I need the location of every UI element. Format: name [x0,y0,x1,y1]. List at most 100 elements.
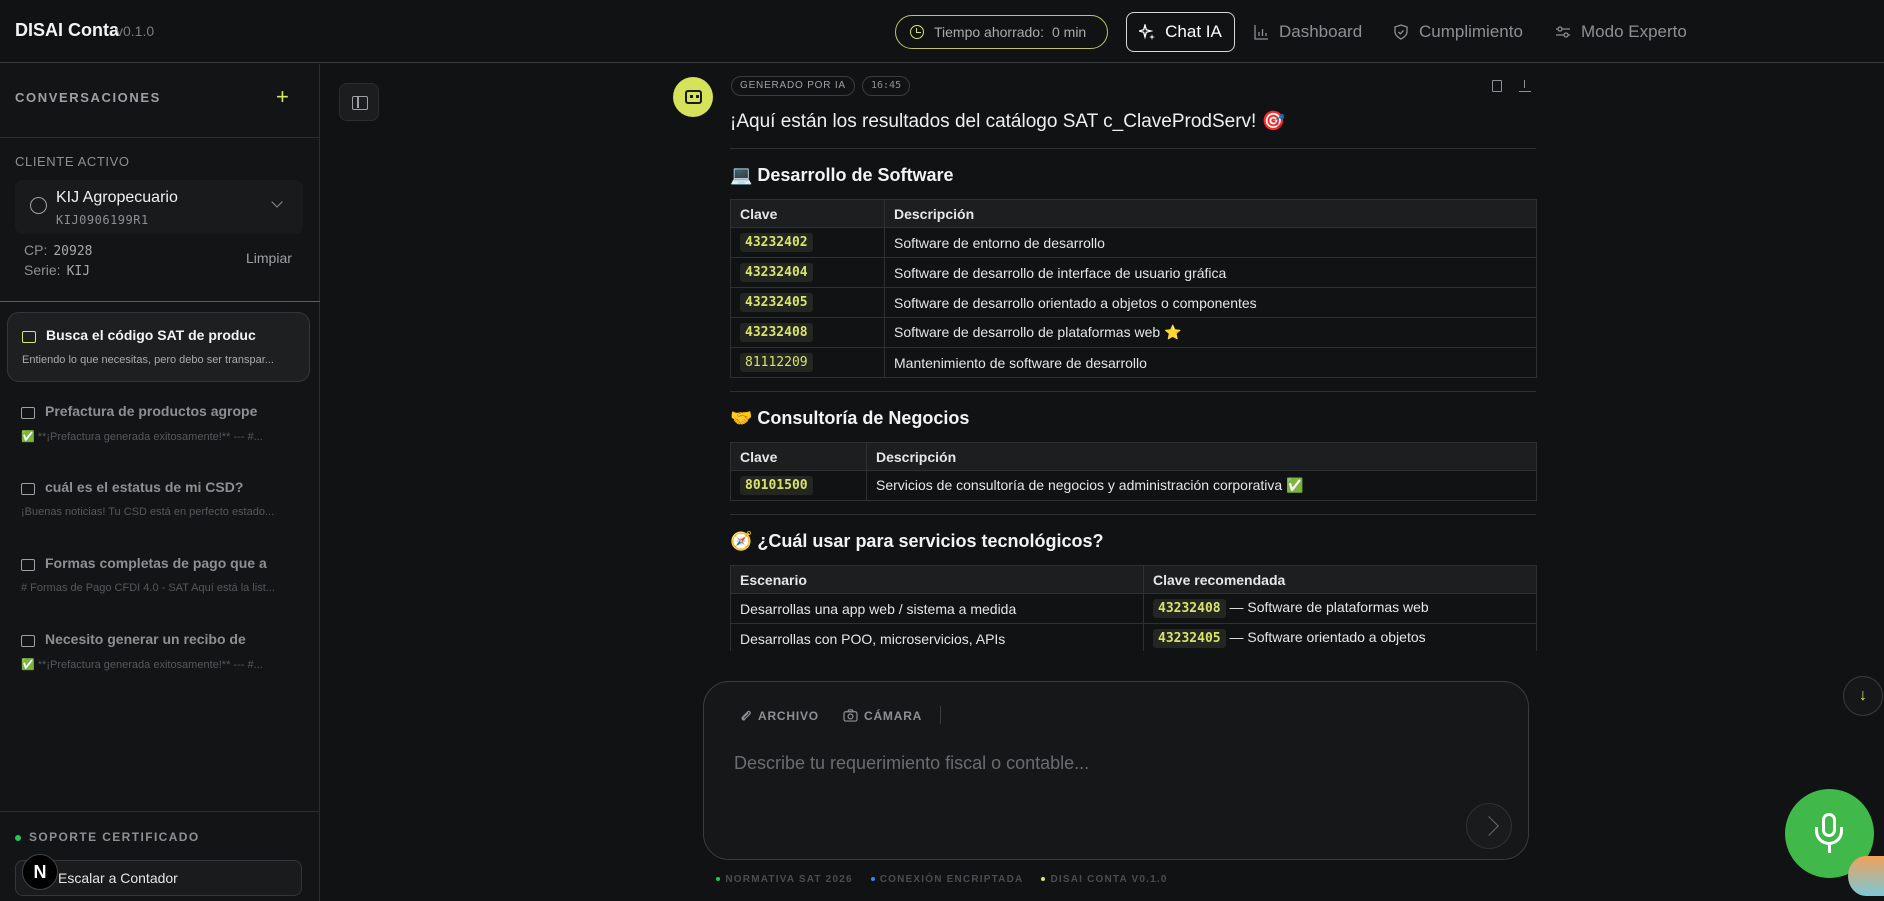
conversation-item[interactable]: Busca el código SAT de produc Entiendo l… [7,312,310,382]
palm-island-icon[interactable] [1848,856,1884,896]
recommendation-table: Escenario Clave recomendada Desarrollas … [730,565,1537,654]
client-rfc: KIJ0906199R1 [56,213,149,227]
camera-icon [843,709,858,722]
nav-cumplimiento-label: Cumplimiento [1419,22,1523,41]
sat-code: 43232405 [740,293,813,312]
table-header: Clave [730,442,867,471]
table-cell: Servicios de consultoría de negocios y a… [866,470,1537,501]
status-dot [1041,877,1046,882]
nav-cumplimiento[interactable]: Cumplimiento [1393,12,1523,52]
conversation-snippet: ¡Buenas noticias! Tu CSD está en perfect… [21,506,275,518]
scroll-down-button[interactable]: ↓ [1843,676,1883,716]
footer-item: CONEXIÓN ENCRIPTADA [870,874,1024,885]
sat-code: 43232405 [1153,629,1226,648]
toggle-sidebar-button[interactable] [339,83,379,121]
attach-file-label: ARCHIVO [758,709,819,723]
conversation-snippet: ✅ **¡Prefactura generada exitosamente!**… [21,431,263,443]
sat-code: 80101500 [740,476,813,495]
table-cell: Mantenimiento de software de desarrollo [884,347,1537,378]
document-icon[interactable] [1492,80,1502,92]
conversation-snippet: # Formas de Pago CFDI 4.0 - SAT Aquí est… [21,582,275,594]
microphone-stem [1828,845,1831,853]
conversation-item[interactable]: cuál es el estatus de mi CSD? ¡Buenas no… [7,465,310,535]
bar-chart-icon [1254,25,1268,40]
sat-code: 81112209 [740,353,813,372]
divider [730,148,1536,149]
sidebar: CONVERSACIONES + CLIENTE ACTIVO KIJ Agro… [0,64,320,901]
footer-item: DISAI CONTA V0.1.0 [1041,874,1167,885]
table-header: Clave recomendada [1143,565,1537,594]
table-header: Clave [730,199,885,228]
software-codes-table: Clave Descripción 43232402 Software de en… [730,199,1537,378]
nav-chat-ia-label: Chat IA [1165,22,1222,41]
table-header-row: Escenario Clave recomendada [730,565,1537,594]
sat-code: 43232408 [740,323,813,342]
status-dot [15,834,21,841]
conversation-item[interactable]: Necesito generar un recibo de ✅ **¡Prefa… [7,617,310,687]
chat-bubble-icon [21,407,35,419]
microphone-stand [1815,827,1843,845]
client-name: KIJ Agropecuario [56,189,178,206]
table-row: 43232402 Software de entorno de desarroll… [730,227,1537,258]
table-header-row: Clave Descripción [730,199,1537,228]
nav-dashboard[interactable]: Dashboard [1253,12,1362,52]
shield-icon [1394,24,1408,40]
send-button[interactable] [1466,803,1512,849]
message-composer: ARCHIVO CÁMARA [703,681,1529,860]
nav-modo-experto[interactable]: Modo Experto [1555,12,1687,52]
nav-chat-ia[interactable]: Chat IA [1126,12,1235,52]
clear-client-button[interactable]: Limpiar [246,250,292,266]
sliders-icon [1556,26,1570,38]
conversation-title: Formas completas de pago que a [45,555,267,571]
nav-modo-experto-label: Modo Experto [1581,22,1687,41]
chat-bubble-icon [21,635,35,647]
table-header: Descripción [866,442,1537,471]
camera-button[interactable]: CÁMARA [843,709,922,723]
download-icon[interactable] [1519,80,1531,92]
status-footer: NORMATIVA SAT 2026 CONEXIÓN ENCRIPTADA D… [0,874,1884,885]
toolbar-divider [940,706,941,724]
divider [730,391,1536,392]
active-client-label: CLIENTE ACTIVO [15,154,130,169]
table-cell: Software de desarrollo de interface de u… [884,257,1537,288]
section-heading: 💻 Desarrollo de Software [730,165,954,185]
chevron-down-icon [271,196,283,208]
sat-code: 43232402 [740,233,813,252]
table-row: 43232404 Software de desarrollo de interf… [730,257,1537,288]
user-icon [30,197,47,214]
serie-value: KIJ [66,264,91,279]
client-selector[interactable]: KIJ Agropecuario KIJ0906199R1 [15,180,303,234]
table-cell: — Software orientado a objetos [1229,629,1426,645]
sat-code: 43232404 [740,263,813,282]
attach-file-button[interactable]: ARCHIVO [739,709,819,723]
bot-avatar [673,77,713,117]
status-dot [870,877,875,882]
sat-code: 43232408 [1153,599,1226,618]
nav-dashboard-label: Dashboard [1279,22,1363,41]
paperclip-icon [741,710,751,721]
message-time: 16:45 [862,76,911,96]
footer-label: NORMATIVA SAT 2026 [725,874,853,885]
table-row: 43232405 Software de desarrollo orientado… [730,287,1537,318]
divider [0,137,320,138]
new-conversation-button[interactable]: + [276,84,289,110]
support-label-text: SOPORTE CERTIFICADO [29,830,200,844]
brand-title: DISAI Conta [15,20,120,40]
divider [730,514,1536,515]
time-saved-pill: Tiempo ahorrado: 0 min [895,15,1108,49]
consulting-codes-table: Clave Descripción 80101500 Servicios de c… [730,442,1537,501]
content-clip [700,651,1560,675]
divider [0,301,320,302]
table-header: Descripción [884,199,1537,228]
table-row: Desarrollas con POO, microservicios, API… [730,623,1537,654]
conversation-item[interactable]: Formas completas de pago que a # Formas … [7,541,310,611]
send-icon [1479,816,1499,836]
message-title: ¡Aquí están los resultados del catálogo … [730,111,1286,132]
support-label: SOPORTE CERTIFICADO [15,830,200,844]
status-dot [716,877,721,882]
table-header-row: Clave Descripción [730,442,1537,471]
table-row: 43232408 Software de desarrollo de plataf… [730,317,1537,348]
section-heading: 🤝 Consultoría de Negocios [730,408,970,428]
message-input[interactable] [734,748,1494,778]
conversation-item[interactable]: Prefactura de productos agrope ✅ **¡Pref… [7,389,310,459]
